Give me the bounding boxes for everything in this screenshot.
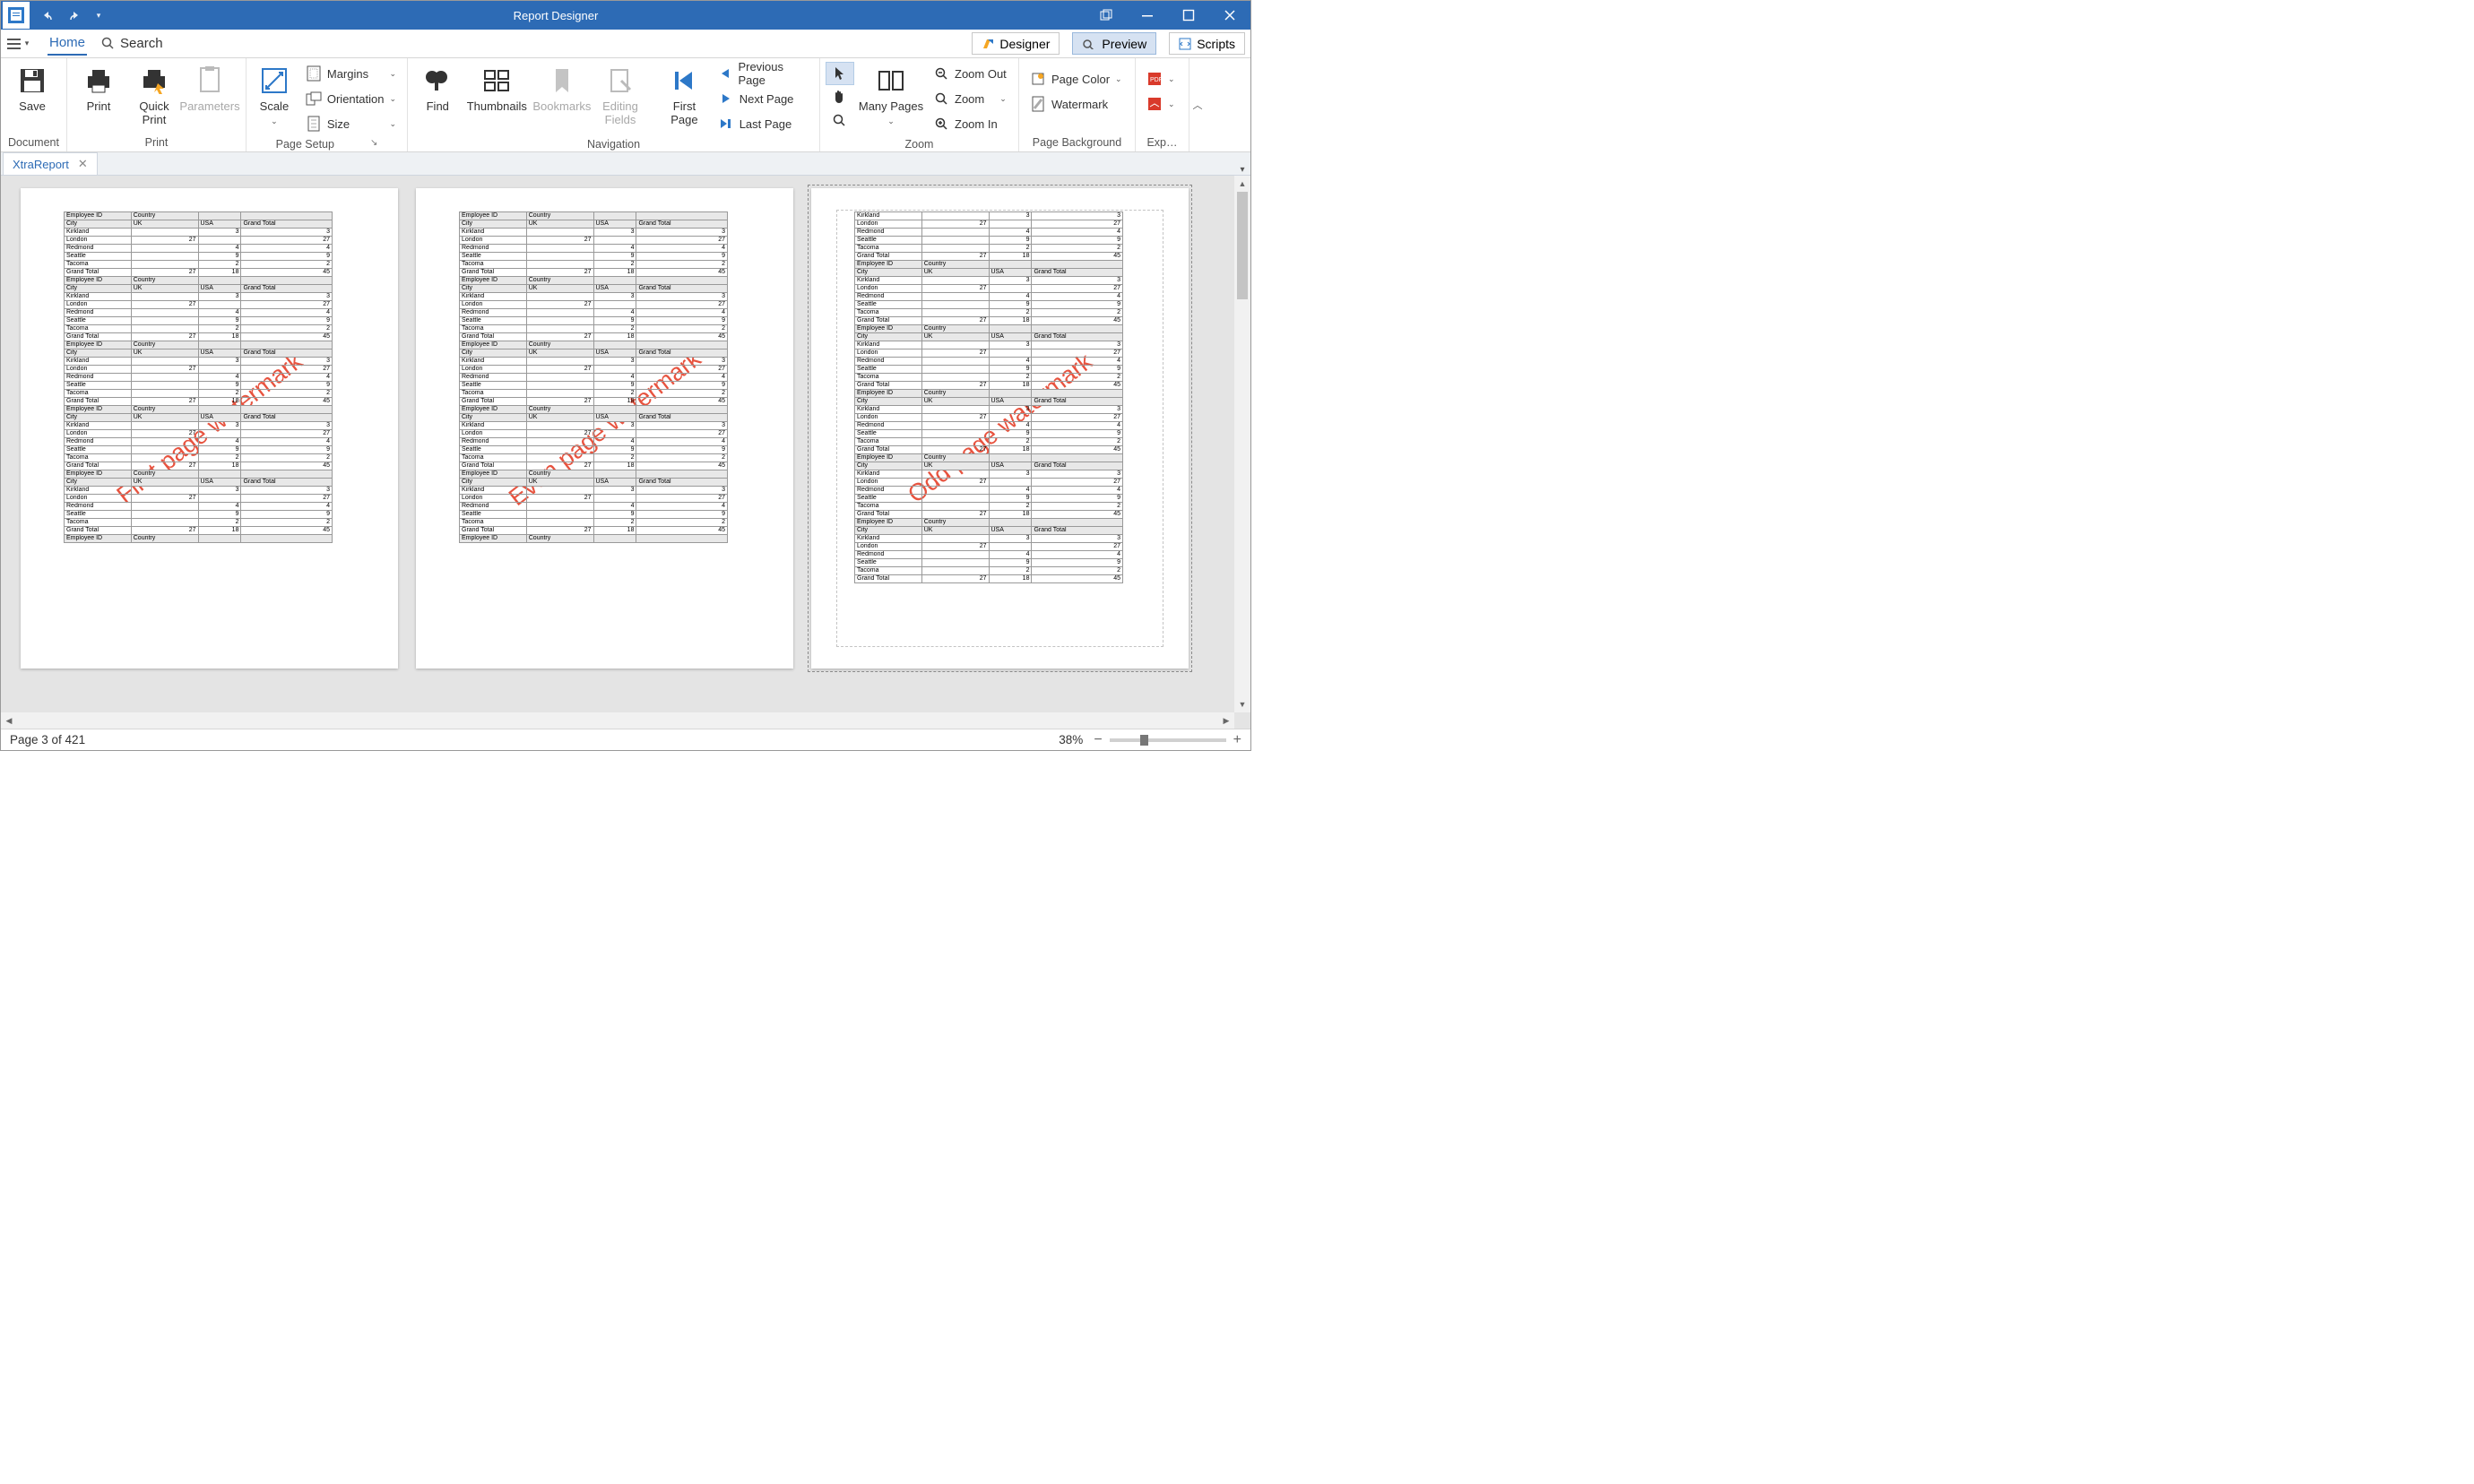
page-color-button[interactable]: Page Color⌄ xyxy=(1025,67,1128,91)
pointer-tool-button[interactable] xyxy=(826,62,854,85)
zoom-slider[interactable] xyxy=(1110,738,1226,742)
tab-home[interactable]: Home xyxy=(48,31,87,56)
hand-tool-button[interactable] xyxy=(826,85,854,108)
zoom-in-button[interactable]: Zoom In xyxy=(928,112,1012,135)
ribbon-collapse-button[interactable]: ︿ xyxy=(1189,58,1206,151)
preview-page[interactable]: First page watermarkEmployee IDCountryCi… xyxy=(21,188,398,669)
zoom-out-button[interactable]: Zoom Out xyxy=(928,62,1012,85)
save-button[interactable]: Save xyxy=(6,62,58,113)
size-button[interactable]: Size⌄ xyxy=(300,112,402,135)
svg-text:PDF: PDF xyxy=(1150,77,1162,83)
export-pdf-button[interactable]: PDF⌄ xyxy=(1141,67,1181,91)
doctab-xtrareport[interactable]: XtraReport✕ xyxy=(3,152,98,175)
status-bar: Page 3 of 421 38% − + xyxy=(1,729,1250,750)
page-indicator: Page 3 of 421 xyxy=(10,733,85,746)
ribbon-tabs: ▾ Home Search Designer Preview Scripts xyxy=(1,30,1250,58)
zoom-minus-button[interactable]: − xyxy=(1094,732,1102,748)
document-tabs: XtraReport✕ ▾ xyxy=(1,152,1250,176)
file-menu-button[interactable]: ▾ xyxy=(6,34,30,54)
close-icon[interactable]: ✕ xyxy=(78,157,88,171)
zoom-value: 38% xyxy=(1059,733,1083,746)
group-zoom: Zoom xyxy=(826,135,1013,153)
many-pages-button[interactable]: Many Pages⌄ xyxy=(858,62,924,126)
designer-mode-button[interactable]: Designer xyxy=(972,32,1060,55)
previous-page-button[interactable]: Previous Page xyxy=(713,62,814,85)
page-setup-launcher[interactable]: ↘ xyxy=(370,138,377,151)
redo-icon[interactable] xyxy=(62,4,85,27)
quick-print-button[interactable]: Quick Print xyxy=(128,62,180,126)
parameters-button: Parameters xyxy=(184,62,236,113)
report-table: Kirkland33London2727Redmond44Seattle99Ta… xyxy=(854,211,1123,583)
minimize-button[interactable] xyxy=(1127,1,1168,30)
doctabs-dropdown[interactable]: ▾ xyxy=(1234,165,1250,175)
restore-extra-icon[interactable] xyxy=(1086,1,1127,30)
window-title: Report Designer xyxy=(116,9,1086,22)
preview-workspace: First page watermarkEmployee IDCountryCi… xyxy=(1,176,1250,729)
watermark-button[interactable]: Watermark xyxy=(1025,92,1128,116)
qat-dropdown-icon[interactable]: ▾ xyxy=(87,4,110,27)
group-document: Document xyxy=(6,134,61,151)
maximize-button[interactable] xyxy=(1168,1,1209,30)
title-bar: ▾ Report Designer xyxy=(1,1,1250,30)
ribbon: Save Document Print Quick Print Paramete… xyxy=(1,58,1250,152)
scale-button[interactable]: Scale⌄ xyxy=(252,62,297,126)
group-export: Exp… xyxy=(1141,134,1183,151)
find-button[interactable]: Find xyxy=(413,62,463,113)
group-navigation: Navigation xyxy=(413,135,814,153)
group-page-bg: Page Background xyxy=(1025,134,1129,151)
app-icon xyxy=(3,2,30,29)
search-label: Search xyxy=(120,36,163,51)
preview-page[interactable]: Even page watermarkEmployee IDCountryCit… xyxy=(416,188,793,669)
report-table: Employee IDCountryCityUKUSAGrand TotalKi… xyxy=(64,211,333,543)
close-button[interactable] xyxy=(1209,1,1250,30)
zoom-button[interactable]: Zoom⌄ xyxy=(928,87,1012,110)
magnifier-tool-button[interactable] xyxy=(826,108,854,132)
group-print: Print xyxy=(73,134,240,151)
next-page-button[interactable]: Next Page xyxy=(713,87,814,110)
thumbnails-button[interactable]: Thumbnails xyxy=(466,62,529,113)
tab-search[interactable]: Search xyxy=(99,32,165,55)
scripts-mode-button[interactable]: Scripts xyxy=(1169,32,1245,55)
editing-fields-button: Editing Fields xyxy=(596,62,645,126)
margins-button[interactable]: Margins⌄ xyxy=(300,62,402,85)
undo-icon[interactable] xyxy=(37,4,60,27)
print-button[interactable]: Print xyxy=(73,62,125,113)
vertical-scrollbar[interactable]: ▲▼ xyxy=(1234,176,1250,712)
zoom-plus-button[interactable]: + xyxy=(1233,732,1241,748)
report-table: Employee IDCountryCityUKUSAGrand TotalKi… xyxy=(459,211,728,543)
horizontal-scrollbar[interactable]: ◀▶ xyxy=(1,712,1234,729)
preview-page[interactable]: Odd page watermarkKirkland33London2727Re… xyxy=(811,188,1189,669)
orientation-button[interactable]: Orientation⌄ xyxy=(300,87,402,110)
last-page-button[interactable]: Last Page xyxy=(713,112,814,135)
bookmarks-button: Bookmarks xyxy=(532,62,593,113)
first-page-button[interactable]: First Page xyxy=(660,62,709,126)
group-page-setup: Page Setup xyxy=(276,138,334,151)
send-pdf-button[interactable]: ⌄ xyxy=(1141,92,1181,116)
preview-mode-button[interactable]: Preview xyxy=(1072,32,1156,55)
